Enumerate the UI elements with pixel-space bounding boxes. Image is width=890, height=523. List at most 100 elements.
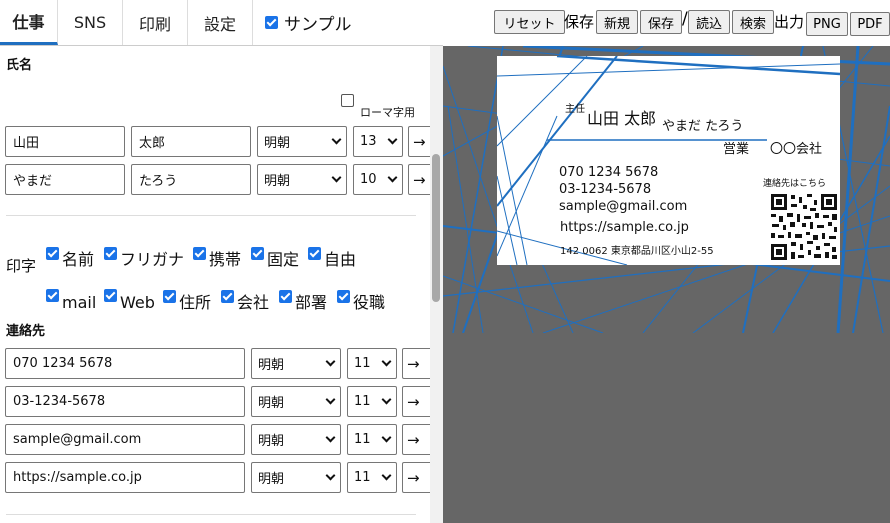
reset-button[interactable]: リセット (494, 10, 565, 34)
name-size-select[interactable]: 13 (353, 126, 403, 157)
print-option-name[interactable]: 名前 (46, 246, 94, 270)
mobile-size-select[interactable]: 11 (347, 348, 397, 379)
search-button[interactable]: 検索 (732, 10, 774, 34)
print-option-company[interactable]: 会社 (221, 289, 269, 313)
print-option-label: 固定 (267, 250, 300, 269)
print-options-label: 印字 (6, 257, 37, 275)
chevron-down-icon (331, 172, 342, 183)
print-option-phone[interactable]: 固定 (251, 246, 299, 270)
card-phone: 03-1234-5678 (559, 182, 652, 197)
app-root: { "tabs": [ {"label": "仕事"}, {"label": "… (0, 0, 890, 523)
tab-print[interactable]: 印刷 (123, 0, 188, 45)
card-mobile: 070 1234 5678 (559, 165, 659, 180)
mobile-position-button[interactable]: → (402, 348, 432, 379)
print-option-label: Web (120, 293, 155, 312)
mobile-input[interactable]: 070 1234 5678 (5, 348, 245, 379)
email-size-select[interactable]: 11 (347, 424, 397, 455)
name-font-select[interactable]: 明朝 (257, 126, 347, 157)
name-font-value: 明朝 (264, 136, 291, 151)
checkbox[interactable] (308, 247, 321, 260)
scrollbar-thumb[interactable] (432, 154, 440, 302)
tab-sns[interactable]: SNS (58, 0, 123, 45)
web-font-select[interactable]: 明朝 (251, 462, 341, 493)
png-button[interactable]: PNG (806, 12, 848, 36)
tab-settings[interactable]: 設定 (188, 0, 253, 45)
phone-position-button[interactable]: → (402, 386, 432, 417)
checkbox[interactable] (104, 289, 117, 302)
given-name-input[interactable]: 太郎 (131, 126, 251, 157)
family-name-input[interactable]: 山田 (5, 126, 125, 157)
tab-bar: 仕事 SNS 印刷 設定 サンプル (0, 0, 443, 46)
mobile-font-value: 明朝 (258, 358, 285, 373)
web-input[interactable]: https://sample.co.jp (5, 462, 245, 493)
print-option-address[interactable]: 住所 (163, 289, 211, 313)
checkbox[interactable] (251, 247, 264, 260)
print-option-label: 会社 (237, 293, 270, 312)
romaji-checkbox-box[interactable] (341, 94, 354, 107)
tab-print-label: 印刷 (138, 14, 171, 34)
print-option-mail[interactable]: mail (46, 289, 96, 312)
chevron-down-icon (325, 356, 336, 367)
checkbox[interactable] (193, 247, 206, 260)
sample-checkbox[interactable] (265, 16, 278, 29)
print-option-free[interactable]: 自由 (308, 246, 356, 270)
phone-font-value: 明朝 (258, 396, 285, 411)
print-option-label: mail (62, 293, 97, 312)
checkbox[interactable] (221, 290, 234, 303)
chevron-down-icon (325, 394, 336, 405)
phone-input[interactable]: 03-1234-5678 (5, 386, 245, 417)
email-font-value: 明朝 (258, 434, 285, 449)
checkbox[interactable] (279, 290, 292, 303)
checkbox[interactable] (46, 289, 59, 302)
chevron-down-icon (381, 432, 392, 443)
card-address: 142 0062 東京都品川区小山2-55 (560, 246, 714, 257)
email-size-value: 11 (354, 432, 371, 447)
save-button[interactable]: 保存 (640, 10, 682, 34)
load-button[interactable]: 読込 (688, 10, 730, 34)
contact-section-title: 連絡先 (6, 324, 46, 339)
print-option-furigana[interactable]: フリガナ (104, 246, 184, 270)
kana-size-select[interactable]: 10 (353, 164, 403, 195)
family-kana-input[interactable]: やまだ (5, 164, 125, 195)
print-option-label: 住所 (179, 293, 212, 312)
sample-toggle[interactable]: サンプル (253, 0, 352, 45)
card-preview: 主任 山田 太郎 やまだ たろう 営業 〇〇会社 070 1234 5678 0… (443, 46, 890, 523)
phone-size-select[interactable]: 11 (347, 386, 397, 417)
print-option-web[interactable]: Web (104, 289, 155, 312)
chevron-down-icon (381, 394, 392, 405)
tab-work[interactable]: 仕事 (0, 0, 58, 45)
card-web: https://sample.co.jp (560, 220, 689, 235)
phone-font-select[interactable]: 明朝 (251, 386, 341, 417)
checkbox[interactable] (337, 290, 350, 303)
checkbox[interactable] (46, 247, 59, 260)
print-option-title[interactable]: 役職 (337, 289, 385, 313)
print-option-label: 名前 (62, 250, 95, 269)
email-input[interactable]: sample@gmail.com (5, 424, 245, 455)
editor-panel: 氏名 ローマ字用 山田 太郎 明朝 13 → やまだ たろう 明朝 10 → 印… (0, 46, 443, 523)
name-section-title: 氏名 (6, 58, 33, 73)
save-group-label: 保存 (564, 13, 595, 31)
card-name: 山田 太郎 (587, 109, 657, 128)
print-option-label: 自由 (324, 250, 357, 269)
web-position-button[interactable]: → (402, 462, 432, 493)
qr-caption: 連絡先はこちら (763, 179, 827, 189)
web-size-select[interactable]: 11 (347, 462, 397, 493)
checkbox[interactable] (104, 247, 117, 260)
divider (6, 514, 416, 515)
print-option-mobile[interactable]: 携帯 (193, 246, 241, 270)
email-position-button[interactable]: → (402, 424, 432, 455)
email-font-select[interactable]: 明朝 (251, 424, 341, 455)
checkbox[interactable] (163, 290, 176, 303)
chevron-down-icon (387, 134, 398, 145)
print-option-label: フリガナ (120, 250, 185, 269)
kana-font-select[interactable]: 明朝 (257, 164, 347, 195)
romaji-checkbox[interactable] (341, 92, 354, 111)
given-kana-input[interactable]: たろう (131, 164, 251, 195)
print-option-dept[interactable]: 部署 (279, 289, 327, 313)
mobile-font-select[interactable]: 明朝 (251, 348, 341, 379)
pdf-button[interactable]: PDF (850, 12, 890, 36)
chevron-down-icon (381, 470, 392, 481)
print-option-label: 部署 (295, 293, 328, 312)
web-size-value: 11 (354, 470, 371, 485)
new-button[interactable]: 新規 (596, 10, 638, 34)
